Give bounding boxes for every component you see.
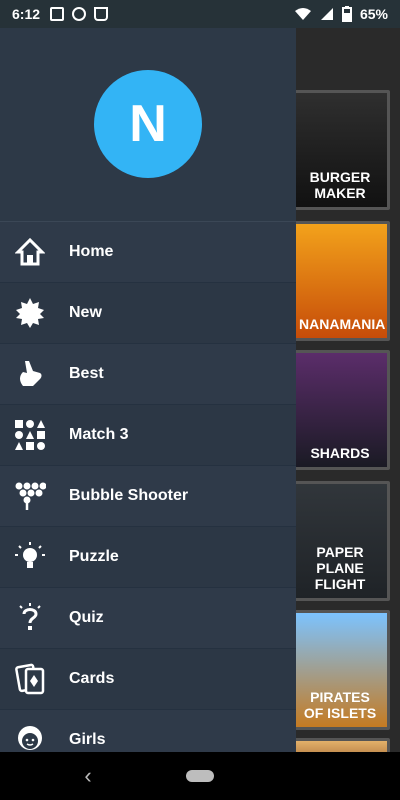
- p-icon: [72, 7, 87, 21]
- menu-item-cards[interactable]: Cards: [0, 649, 296, 710]
- menu-item-quiz[interactable]: Quiz: [0, 588, 296, 649]
- menu-label: Girls: [69, 731, 106, 748]
- home-icon: [12, 234, 48, 270]
- menu-label: Match 3: [69, 426, 129, 443]
- signal-icon: [320, 8, 333, 20]
- status-bar: 6:12 65%: [0, 0, 400, 28]
- match3-icon: [12, 417, 48, 453]
- status-icons: [50, 7, 109, 21]
- menu-label: Bubble Shooter: [69, 487, 189, 504]
- avatar[interactable]: N: [94, 70, 202, 178]
- menu-item-puzzle[interactable]: Puzzle: [0, 527, 296, 588]
- menu-label: Quiz: [69, 609, 104, 626]
- menu-label: Cards: [69, 670, 115, 687]
- game-thumbnail[interactable]: NANAMANIA: [290, 221, 390, 341]
- game-title: PIRATES OF ISLETS: [303, 689, 377, 721]
- menu-label: Puzzle: [69, 548, 119, 565]
- home-handle[interactable]: [186, 770, 214, 782]
- menu-item-best[interactable]: Best: [0, 344, 296, 405]
- menu-item-bubble-shooter[interactable]: Bubble Shooter: [0, 466, 296, 527]
- battery-icon: [341, 6, 352, 22]
- starburst-icon: [12, 295, 48, 331]
- cards-icon: [12, 661, 48, 697]
- game-title: NANAMANIA: [299, 316, 386, 332]
- game-thumbnail[interactable]: BURGER MAKER: [290, 90, 390, 210]
- menu-label: New: [69, 304, 102, 321]
- game-title: BURGER MAKER: [309, 169, 371, 201]
- drawer-header: N: [0, 28, 296, 222]
- back-icon[interactable]: ‹: [80, 762, 96, 790]
- image-icon: [50, 7, 65, 21]
- wifi-icon: [294, 8, 311, 20]
- game-thumbnail[interactable]: PIRATES OF ISLETS: [290, 610, 390, 730]
- bubbles-icon: [12, 478, 48, 514]
- status-right: 65%: [294, 6, 388, 22]
- game-title: SHARDS: [310, 445, 370, 461]
- game-title: PAPER PLANE FLIGHT: [314, 544, 366, 592]
- avatar-letter: N: [129, 95, 167, 153]
- drawer-menu: Home New Best Match 3 Bubble Shooter Puz…: [0, 222, 296, 771]
- status-time: 6:12: [12, 6, 41, 22]
- question-icon: [12, 600, 48, 636]
- checkmark-icon: [94, 7, 109, 21]
- menu-item-match-3[interactable]: Match 3: [0, 405, 296, 466]
- lightbulb-icon: [12, 539, 48, 575]
- game-thumbnail[interactable]: PAPER PLANE FLIGHT: [290, 481, 390, 601]
- menu-item-new[interactable]: New: [0, 283, 296, 344]
- menu-item-home[interactable]: Home: [0, 222, 296, 283]
- menu-label: Best: [69, 365, 104, 382]
- game-thumbnail[interactable]: SHARDS: [290, 350, 390, 470]
- battery-percentage: 65%: [359, 6, 388, 22]
- hand-icon: [12, 356, 48, 392]
- menu-label: Home: [69, 243, 114, 260]
- navigation-drawer: N Home New Best Match 3 Bubble Shooter P…: [0, 28, 296, 771]
- system-navigation-bar: ‹: [0, 752, 400, 800]
